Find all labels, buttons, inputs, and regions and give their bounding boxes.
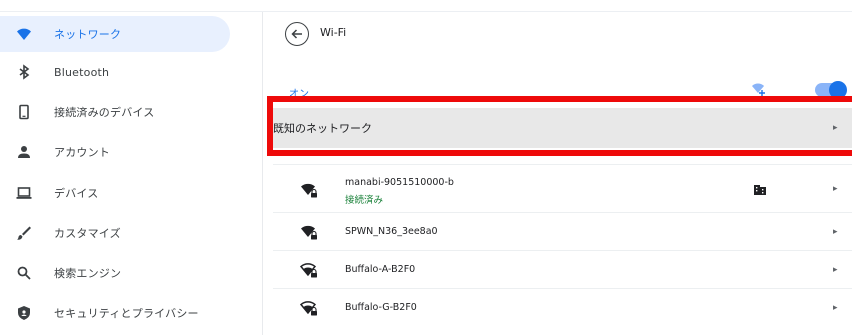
- top-strip: [0, 0, 852, 12]
- sidebar-item-label: セキュリティとプライバシー: [54, 307, 199, 320]
- chevron-right-icon: ▸: [833, 123, 838, 133]
- phone-icon: [16, 104, 32, 120]
- search-icon: [16, 265, 32, 281]
- laptop-icon: [16, 185, 32, 201]
- sidebar-item-label: ネットワーク: [54, 28, 122, 41]
- network-row[interactable]: SPWN_N36_3ee8a0 ▸: [273, 212, 852, 250]
- network-row[interactable]: Buffalo-A-B2F0 ▸: [273, 250, 852, 288]
- network-name: SPWN_N36_3ee8a0: [345, 226, 438, 237]
- sidebar-item-label: 接続済みのデバイス: [54, 106, 155, 119]
- sidebar-item-label: アカウント: [54, 146, 110, 159]
- wifi-signal-locked-icon: [301, 225, 317, 240]
- known-networks-row[interactable]: 既知のネットワーク ▸: [273, 108, 852, 148]
- sidebar-item-label: 検索エンジン: [54, 267, 122, 280]
- sidebar-item-network[interactable]: ネットワーク: [0, 16, 230, 52]
- wifi-signal-locked-icon: [300, 301, 317, 316]
- arrow-left-icon: [291, 29, 302, 39]
- chevron-right-icon: ▸: [833, 303, 838, 313]
- chevron-right-icon: ▸: [833, 184, 838, 194]
- sidebar-item-search-engine[interactable]: 検索エンジン: [16, 255, 230, 291]
- sidebar-item-security-privacy[interactable]: セキュリティとプライバシー: [16, 295, 230, 331]
- wifi-signal-locked-icon: [301, 183, 317, 198]
- add-network-icon[interactable]: [751, 81, 767, 97]
- back-button[interactable]: [285, 22, 309, 46]
- known-networks-label: 既知のネットワーク: [273, 122, 372, 135]
- wifi-state-label: オン: [289, 89, 309, 100]
- settings-sidebar: ネットワーク Bluetooth 接続済みのデバイス アカウント デバイス カス…: [0, 12, 258, 335]
- sidebar-item-bluetooth[interactable]: Bluetooth: [16, 54, 230, 90]
- network-building-icon: [754, 185, 766, 195]
- shield-icon: [16, 305, 32, 321]
- wifi-signal-locked-icon: [300, 263, 317, 278]
- sidebar-item-personalization[interactable]: カスタマイズ: [16, 215, 230, 251]
- network-row[interactable]: manabi-9051510000-b 接続済み ▸: [273, 164, 852, 212]
- sidebar-item-label: Bluetooth: [54, 65, 110, 79]
- wifi-settings-panel: Wi-Fi オン 既知のネットワーク ▸ manabi-9051510000-b…: [262, 12, 852, 335]
- brush-icon: [16, 225, 32, 241]
- wifi-toggle[interactable]: [815, 81, 847, 99]
- bluetooth-icon: [16, 64, 32, 80]
- page-title: Wi-Fi: [320, 26, 347, 39]
- sidebar-item-label: デバイス: [54, 187, 99, 200]
- network-name: manabi-9051510000-b: [345, 177, 454, 188]
- sidebar-item-accounts[interactable]: アカウント: [16, 134, 230, 170]
- sidebar-item-device[interactable]: デバイス: [16, 175, 230, 211]
- person-icon: [16, 144, 32, 160]
- wifi-icon: [16, 26, 32, 42]
- sidebar-item-connected-devices[interactable]: 接続済みのデバイス: [16, 94, 230, 130]
- chevron-right-icon: ▸: [833, 265, 838, 275]
- network-name: Buffalo-A-B2F0: [345, 264, 416, 275]
- chevron-right-icon: ▸: [833, 227, 838, 237]
- network-status: 接続済み: [345, 195, 384, 206]
- network-row[interactable]: Buffalo-G-B2F0 ▸: [273, 288, 852, 326]
- network-name: Buffalo-G-B2F0: [345, 302, 417, 313]
- toggle-knob: [829, 81, 847, 99]
- sidebar-item-label: カスタマイズ: [54, 227, 121, 240]
